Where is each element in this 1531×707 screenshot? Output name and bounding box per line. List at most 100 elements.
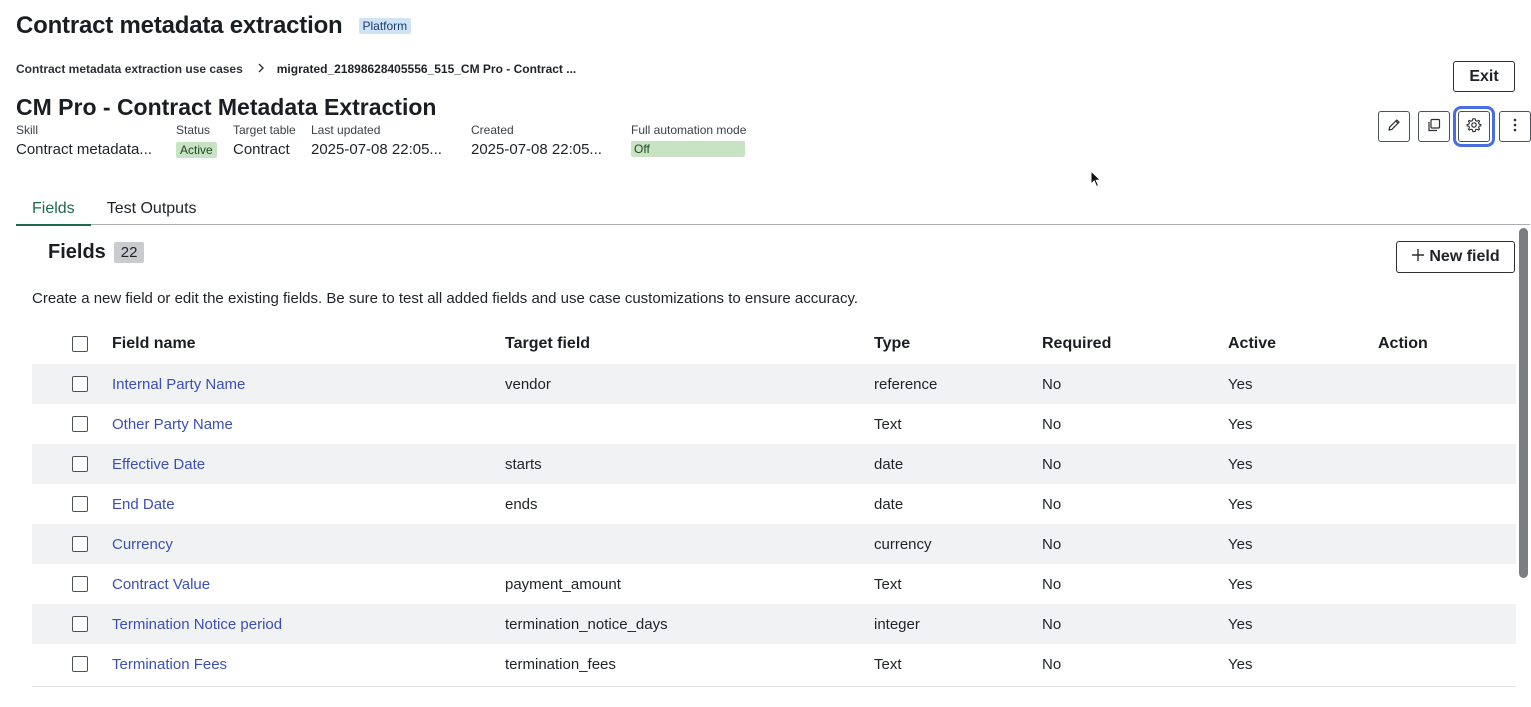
table-row: Termination Fees termination_fees Text N… bbox=[32, 644, 1516, 684]
active-cell: Yes bbox=[1228, 375, 1253, 393]
type-cell: currency bbox=[874, 535, 932, 553]
target-table-label: Target table bbox=[233, 123, 296, 137]
row-checkbox[interactable] bbox=[72, 536, 88, 552]
required-cell: No bbox=[1042, 415, 1062, 433]
settings-button[interactable] bbox=[1453, 106, 1495, 147]
type-cell: integer bbox=[874, 615, 920, 633]
last-updated-label: Last updated bbox=[311, 123, 381, 137]
skill-value[interactable]: Contract metadata... bbox=[16, 141, 152, 158]
required-cell: No bbox=[1042, 575, 1062, 593]
field-name-link[interactable]: Effective Date bbox=[112, 456, 205, 473]
breadcrumb: Contract metadata extraction use cases m… bbox=[16, 61, 576, 76]
row-checkbox[interactable] bbox=[72, 416, 88, 432]
fields-section-header: Fields 22 bbox=[48, 241, 145, 264]
field-name-link[interactable]: Contract Value bbox=[112, 576, 210, 593]
fields-count-badge: 22 bbox=[113, 242, 145, 263]
row-checkbox[interactable] bbox=[72, 376, 88, 392]
field-name-link[interactable]: Currency bbox=[112, 536, 173, 553]
active-cell: Yes bbox=[1228, 615, 1253, 633]
fields-heading: Fields bbox=[48, 241, 106, 263]
new-field-label: New field bbox=[1429, 248, 1500, 265]
app-title: Contract metadata extraction bbox=[16, 12, 343, 39]
table-row: Termination Notice period termination_no… bbox=[32, 604, 1516, 644]
last-updated-value: 2025-07-08 22:05... bbox=[311, 141, 442, 158]
status-badge: Active bbox=[176, 142, 217, 158]
row-checkbox[interactable] bbox=[72, 496, 88, 512]
gear-icon bbox=[1466, 117, 1482, 136]
target-table-value: Contract bbox=[233, 141, 290, 158]
meta-skill: Skill Contract metadata... bbox=[16, 123, 152, 158]
edit-button[interactable] bbox=[1378, 111, 1410, 142]
field-name-link[interactable]: End Date bbox=[112, 496, 175, 513]
table-row: Contract Value payment_amount Text No Ye… bbox=[32, 564, 1516, 604]
mouse-cursor-icon bbox=[1090, 169, 1102, 193]
type-cell: reference bbox=[874, 375, 938, 393]
pencil-icon bbox=[1386, 117, 1402, 136]
active-cell: Yes bbox=[1228, 575, 1253, 593]
fields-table: Field name Target field Type Required Ac… bbox=[32, 324, 1516, 684]
target-field-cell: termination_notice_days bbox=[505, 615, 668, 633]
table-row: Currency currency No Yes bbox=[32, 524, 1516, 564]
breadcrumb-parent-link[interactable]: Contract metadata extraction use cases bbox=[16, 62, 243, 76]
copy-button[interactable] bbox=[1418, 111, 1450, 142]
breadcrumb-current: migrated_21898628405556_515_CM Pro - Con… bbox=[276, 61, 577, 76]
required-cell: No bbox=[1042, 375, 1062, 393]
table-row: End Date ends date No Yes bbox=[32, 484, 1516, 524]
table-row: Internal Party Name vendor reference No … bbox=[32, 364, 1516, 404]
vertical-scrollbar[interactable] bbox=[1519, 228, 1528, 578]
required-cell: No bbox=[1042, 495, 1062, 513]
target-field-cell: vendor bbox=[505, 375, 551, 393]
row-checkbox[interactable] bbox=[72, 616, 88, 632]
active-cell: Yes bbox=[1228, 455, 1253, 473]
meta-last-updated: Last updated 2025-07-08 22:05... bbox=[311, 123, 442, 158]
column-header-type[interactable]: Type bbox=[874, 335, 910, 353]
field-name-link[interactable]: Termination Notice period bbox=[112, 616, 282, 633]
select-all-checkbox[interactable] bbox=[72, 336, 88, 352]
column-header-target-field[interactable]: Target field bbox=[505, 335, 590, 353]
active-cell: Yes bbox=[1228, 495, 1253, 513]
column-header-required[interactable]: Required bbox=[1042, 335, 1111, 353]
status-label: Status bbox=[176, 123, 211, 137]
column-header-action: Action bbox=[1378, 335, 1428, 352]
field-name-link[interactable]: Internal Party Name bbox=[112, 376, 245, 393]
row-checkbox[interactable] bbox=[72, 656, 88, 672]
type-cell: Text bbox=[874, 655, 902, 673]
required-cell: No bbox=[1042, 455, 1062, 473]
chevron-right-icon bbox=[257, 61, 265, 76]
tab-fields[interactable]: Fields bbox=[16, 196, 91, 226]
created-value: 2025-07-08 22:05... bbox=[471, 141, 602, 158]
type-cell: date bbox=[874, 495, 904, 513]
column-header-active[interactable]: Active bbox=[1228, 335, 1276, 353]
app-title-row: Contract metadata extraction Platform bbox=[16, 12, 412, 40]
required-cell: No bbox=[1042, 615, 1062, 633]
tab-test-outputs[interactable]: Test Outputs bbox=[91, 196, 213, 225]
target-field-cell: starts bbox=[505, 455, 542, 473]
table-bottom-divider bbox=[32, 686, 1516, 687]
row-checkbox[interactable] bbox=[72, 576, 88, 592]
target-field-cell: ends bbox=[505, 495, 538, 513]
tab-bar: Fields Test Outputs bbox=[16, 196, 1530, 226]
more-vertical-icon bbox=[1513, 118, 1517, 135]
more-options-button[interactable] bbox=[1499, 111, 1531, 142]
target-field-cell: termination_fees bbox=[505, 655, 616, 673]
fields-description: Create a new field or edit the existing … bbox=[32, 290, 859, 307]
exit-button[interactable]: Exit bbox=[1453, 61, 1515, 92]
table-row: Other Party Name Text No Yes bbox=[32, 404, 1516, 444]
required-cell: No bbox=[1042, 535, 1062, 553]
row-checkbox[interactable] bbox=[72, 456, 88, 472]
column-header-field-name[interactable]: Field name bbox=[112, 335, 196, 353]
required-cell: No bbox=[1042, 655, 1062, 673]
field-name-link[interactable]: Termination Fees bbox=[112, 656, 227, 673]
full-automation-badge: Off bbox=[631, 141, 745, 157]
target-field-cell: payment_amount bbox=[505, 575, 621, 593]
created-label: Created bbox=[471, 123, 514, 137]
meta-full-automation: Full automation mode Off bbox=[631, 123, 746, 157]
meta-created: Created 2025-07-08 22:05... bbox=[471, 123, 602, 158]
meta-status: Status Active bbox=[176, 123, 217, 159]
field-name-link[interactable]: Other Party Name bbox=[112, 416, 233, 433]
new-field-button[interactable]: New field bbox=[1396, 241, 1515, 273]
active-cell: Yes bbox=[1228, 415, 1253, 433]
full-automation-label: Full automation mode bbox=[631, 123, 747, 137]
table-header-row: Field name Target field Type Required Ac… bbox=[32, 324, 1516, 364]
table-row: Effective Date starts date No Yes bbox=[32, 444, 1516, 484]
